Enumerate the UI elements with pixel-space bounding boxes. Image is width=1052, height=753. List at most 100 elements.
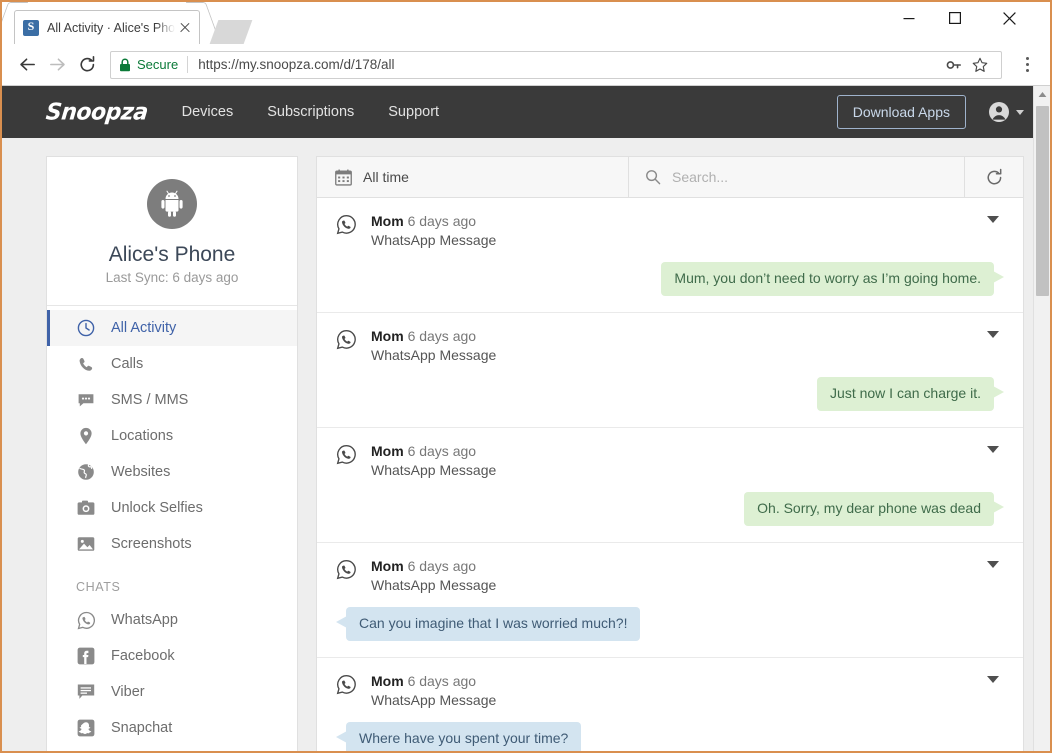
back-button[interactable] [12,50,42,80]
sidebar-item-unlock-selfies[interactable]: Unlock Selfies [47,490,297,526]
activity-toolbar: All time [316,156,1024,198]
expand-caret-icon[interactable] [987,561,999,568]
activity-time: 6 days ago [407,558,477,574]
activity-type: WhatsApp Message [371,232,497,248]
sidebar-item-locations[interactable]: Locations [47,418,297,454]
activity-sender: Mom [371,443,404,459]
activity-type: WhatsApp Message [371,347,497,363]
sidebar-item-label: WhatsApp [111,612,178,628]
device-card: Alice's Phone Last Sync: 6 days ago [47,157,297,306]
expand-caret-icon[interactable] [987,676,999,683]
activity-sender-line: Mom 6 days ago [371,672,1005,690]
expand-caret-icon[interactable] [987,216,999,223]
activity-card[interactable]: Mom 6 days ago WhatsApp Message Mum, you… [317,198,1023,313]
sidebar-item-facebook[interactable]: Facebook [47,638,297,674]
maximize-button[interactable] [932,2,978,34]
nav-subscriptions[interactable]: Subscriptions [267,104,354,120]
activity-list: Mom 6 days ago WhatsApp Message Mum, you… [316,198,1024,751]
message-row: Where have you spent your time? [335,722,1005,751]
new-tab-button[interactable] [209,20,253,44]
forward-button[interactable] [42,50,72,80]
address-bar[interactable]: Secure https://my.snoopza.com/d/178/all [110,50,1002,79]
sidebar-item-label: Screenshots [111,536,192,552]
sidebar-item-calls[interactable]: Calls [47,346,297,382]
minimize-button[interactable] [886,2,932,34]
sidebar-item-sms-mms[interactable]: SMS / MMS [47,382,297,418]
scroll-up-arrow-icon [1038,92,1046,97]
download-apps-button[interactable]: Download Apps [836,95,966,129]
page-body: Alice's Phone Last Sync: 6 days ago All … [2,138,1050,751]
browser-menu-button[interactable] [1014,50,1040,80]
sidebar: Alice's Phone Last Sync: 6 days ago All … [46,156,298,751]
refresh-button[interactable] [965,157,1023,197]
page-scrollbar[interactable] [1033,86,1050,751]
sidebar-item-all-activity[interactable]: All Activity [47,310,297,346]
sidebar-item-label: Viber [111,684,145,700]
close-tab-icon[interactable] [177,20,193,36]
back-arrow-icon [19,58,35,71]
lock-icon [119,58,131,72]
message-row: Mum, you don’t need to worry as I’m goin… [335,262,1005,296]
sidebar-item-screenshots[interactable]: Screenshots [47,526,297,562]
message-row: Oh. Sorry, my dear phone was dead [335,492,1005,526]
activity-time: 6 days ago [407,673,477,689]
activity-card[interactable]: Mom 6 days ago WhatsApp Message Just now… [317,313,1023,428]
close-window-button[interactable] [986,2,1032,34]
message-bubble: Oh. Sorry, my dear phone was dead [744,492,1004,526]
sidebar-item-websites[interactable]: Websites [47,454,297,490]
tab-title: All Activity · Alice's Phone [47,20,175,35]
message-row: Can you imagine that I was worried much?… [335,607,1005,641]
bookmark-star-icon[interactable] [967,52,993,78]
pin-icon [76,427,96,445]
image-icon [76,536,96,552]
snoopza-logo[interactable]: Snoopza [45,99,149,125]
activity-sender-line: Mom 6 days ago [371,442,1005,460]
activity-sender: Mom [371,558,404,574]
activity-card[interactable]: Mom 6 days ago WhatsApp Message Oh. Sorr… [317,428,1023,543]
header-right-group: Download Apps [836,95,1024,129]
device-last-sync: Last Sync: 6 days ago [105,270,239,285]
activity-type: WhatsApp Message [371,577,497,593]
account-menu[interactable] [988,101,1024,123]
search-icon [645,169,661,185]
whatsapp-icon [335,444,357,465]
expand-caret-icon[interactable] [987,331,999,338]
activity-type: WhatsApp Message [371,462,497,478]
activity-time: 6 days ago [407,443,477,459]
date-filter-button[interactable]: All time [317,157,629,197]
nav-support[interactable]: Support [388,104,439,120]
sidebar-item-snapchat[interactable]: Snapchat [47,710,297,746]
whatsapp-icon [335,214,357,235]
scroll-up-button[interactable] [1034,86,1050,103]
chat-icon [76,391,96,409]
sidebar-nav-primary: All Activity Calls SMS / MMS Locations W… [47,306,297,570]
sidebar-item-label: SMS / MMS [111,392,189,408]
activity-sender: Mom [371,673,404,689]
facebook-icon [76,647,96,665]
whatsapp-icon [335,559,357,580]
save-password-key-icon[interactable] [941,52,967,78]
expand-caret-icon[interactable] [987,446,999,453]
chats-section-heading: CHATS [76,580,121,594]
refresh-icon [986,168,1001,184]
sidebar-item-whatsapp[interactable]: WhatsApp [47,602,297,638]
page-viewport: Snoopza Devices Subscriptions Support Do… [2,86,1050,751]
sidebar-item-label: Calls [111,356,144,372]
activity-card[interactable]: Mom 6 days ago WhatsApp Message Can you … [317,543,1023,658]
browser-tab[interactable]: All Activity · Alice's Phone [14,10,200,44]
phone-icon [76,356,96,373]
search-input[interactable] [672,169,964,185]
sidebar-item-viber[interactable]: Viber [47,674,297,710]
nav-devices[interactable]: Devices [182,104,234,120]
scrollbar-thumb[interactable] [1036,106,1049,296]
calendar-icon [335,169,352,186]
maximize-icon [949,12,961,24]
forward-arrow-icon [49,58,65,71]
message-row: Just now I can charge it. [335,377,1005,411]
activity-card[interactable]: Mom 6 days ago WhatsApp Message Where ha… [317,658,1023,751]
search-field-wrapper[interactable] [629,157,965,197]
sidebar-item-label: Locations [111,428,174,444]
url-full: https://my.snoopza.com/d/178/all [198,57,395,72]
reload-button[interactable] [72,50,102,80]
android-icon [147,179,197,229]
